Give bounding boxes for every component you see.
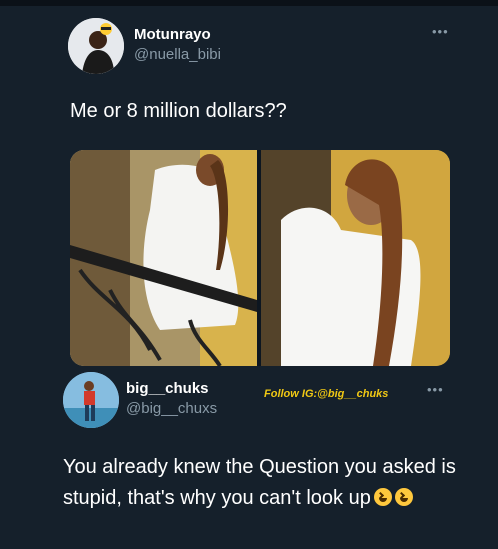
photo-woman-balcony [70, 150, 257, 366]
user-handle[interactable]: @big__chuxs [126, 400, 217, 417]
tweet-text: Me or 8 million dollars?? [70, 100, 287, 122]
avatar[interactable] [63, 372, 119, 428]
display-name[interactable]: Motunrayo [134, 26, 211, 43]
twitter-screenshot: Motunrayo @nuella_bibi ••• Me or 8 milli… [0, 0, 498, 549]
more-options-icon[interactable]: ••• [427, 382, 444, 397]
user-handle[interactable]: @nuella_bibi [134, 46, 221, 63]
grinning-squinting-face-icon [394, 488, 413, 506]
grinning-squinting-face-icon [373, 488, 392, 506]
tweet[interactable]: Motunrayo @nuella_bibi ••• Me or 8 milli… [0, 6, 498, 366]
display-name[interactable]: big__chuks [126, 380, 209, 397]
tweet-media[interactable] [70, 150, 450, 366]
reply-tweet[interactable]: big__chuks @big__chuxs Follow IG:@big__c… [46, 366, 466, 549]
promo-overlay-text: Follow IG:@big__chuks [264, 388, 389, 400]
avatar[interactable] [68, 18, 124, 74]
more-options-icon[interactable]: ••• [432, 24, 449, 39]
avatar-photo [63, 372, 119, 428]
tweet-photo-2[interactable] [261, 150, 450, 366]
photo-woman-closeup [261, 150, 450, 366]
tweet-photo-1[interactable] [70, 150, 257, 366]
reply-text: You already knew the Question you asked … [63, 452, 458, 514]
avatar-photo [68, 18, 124, 74]
